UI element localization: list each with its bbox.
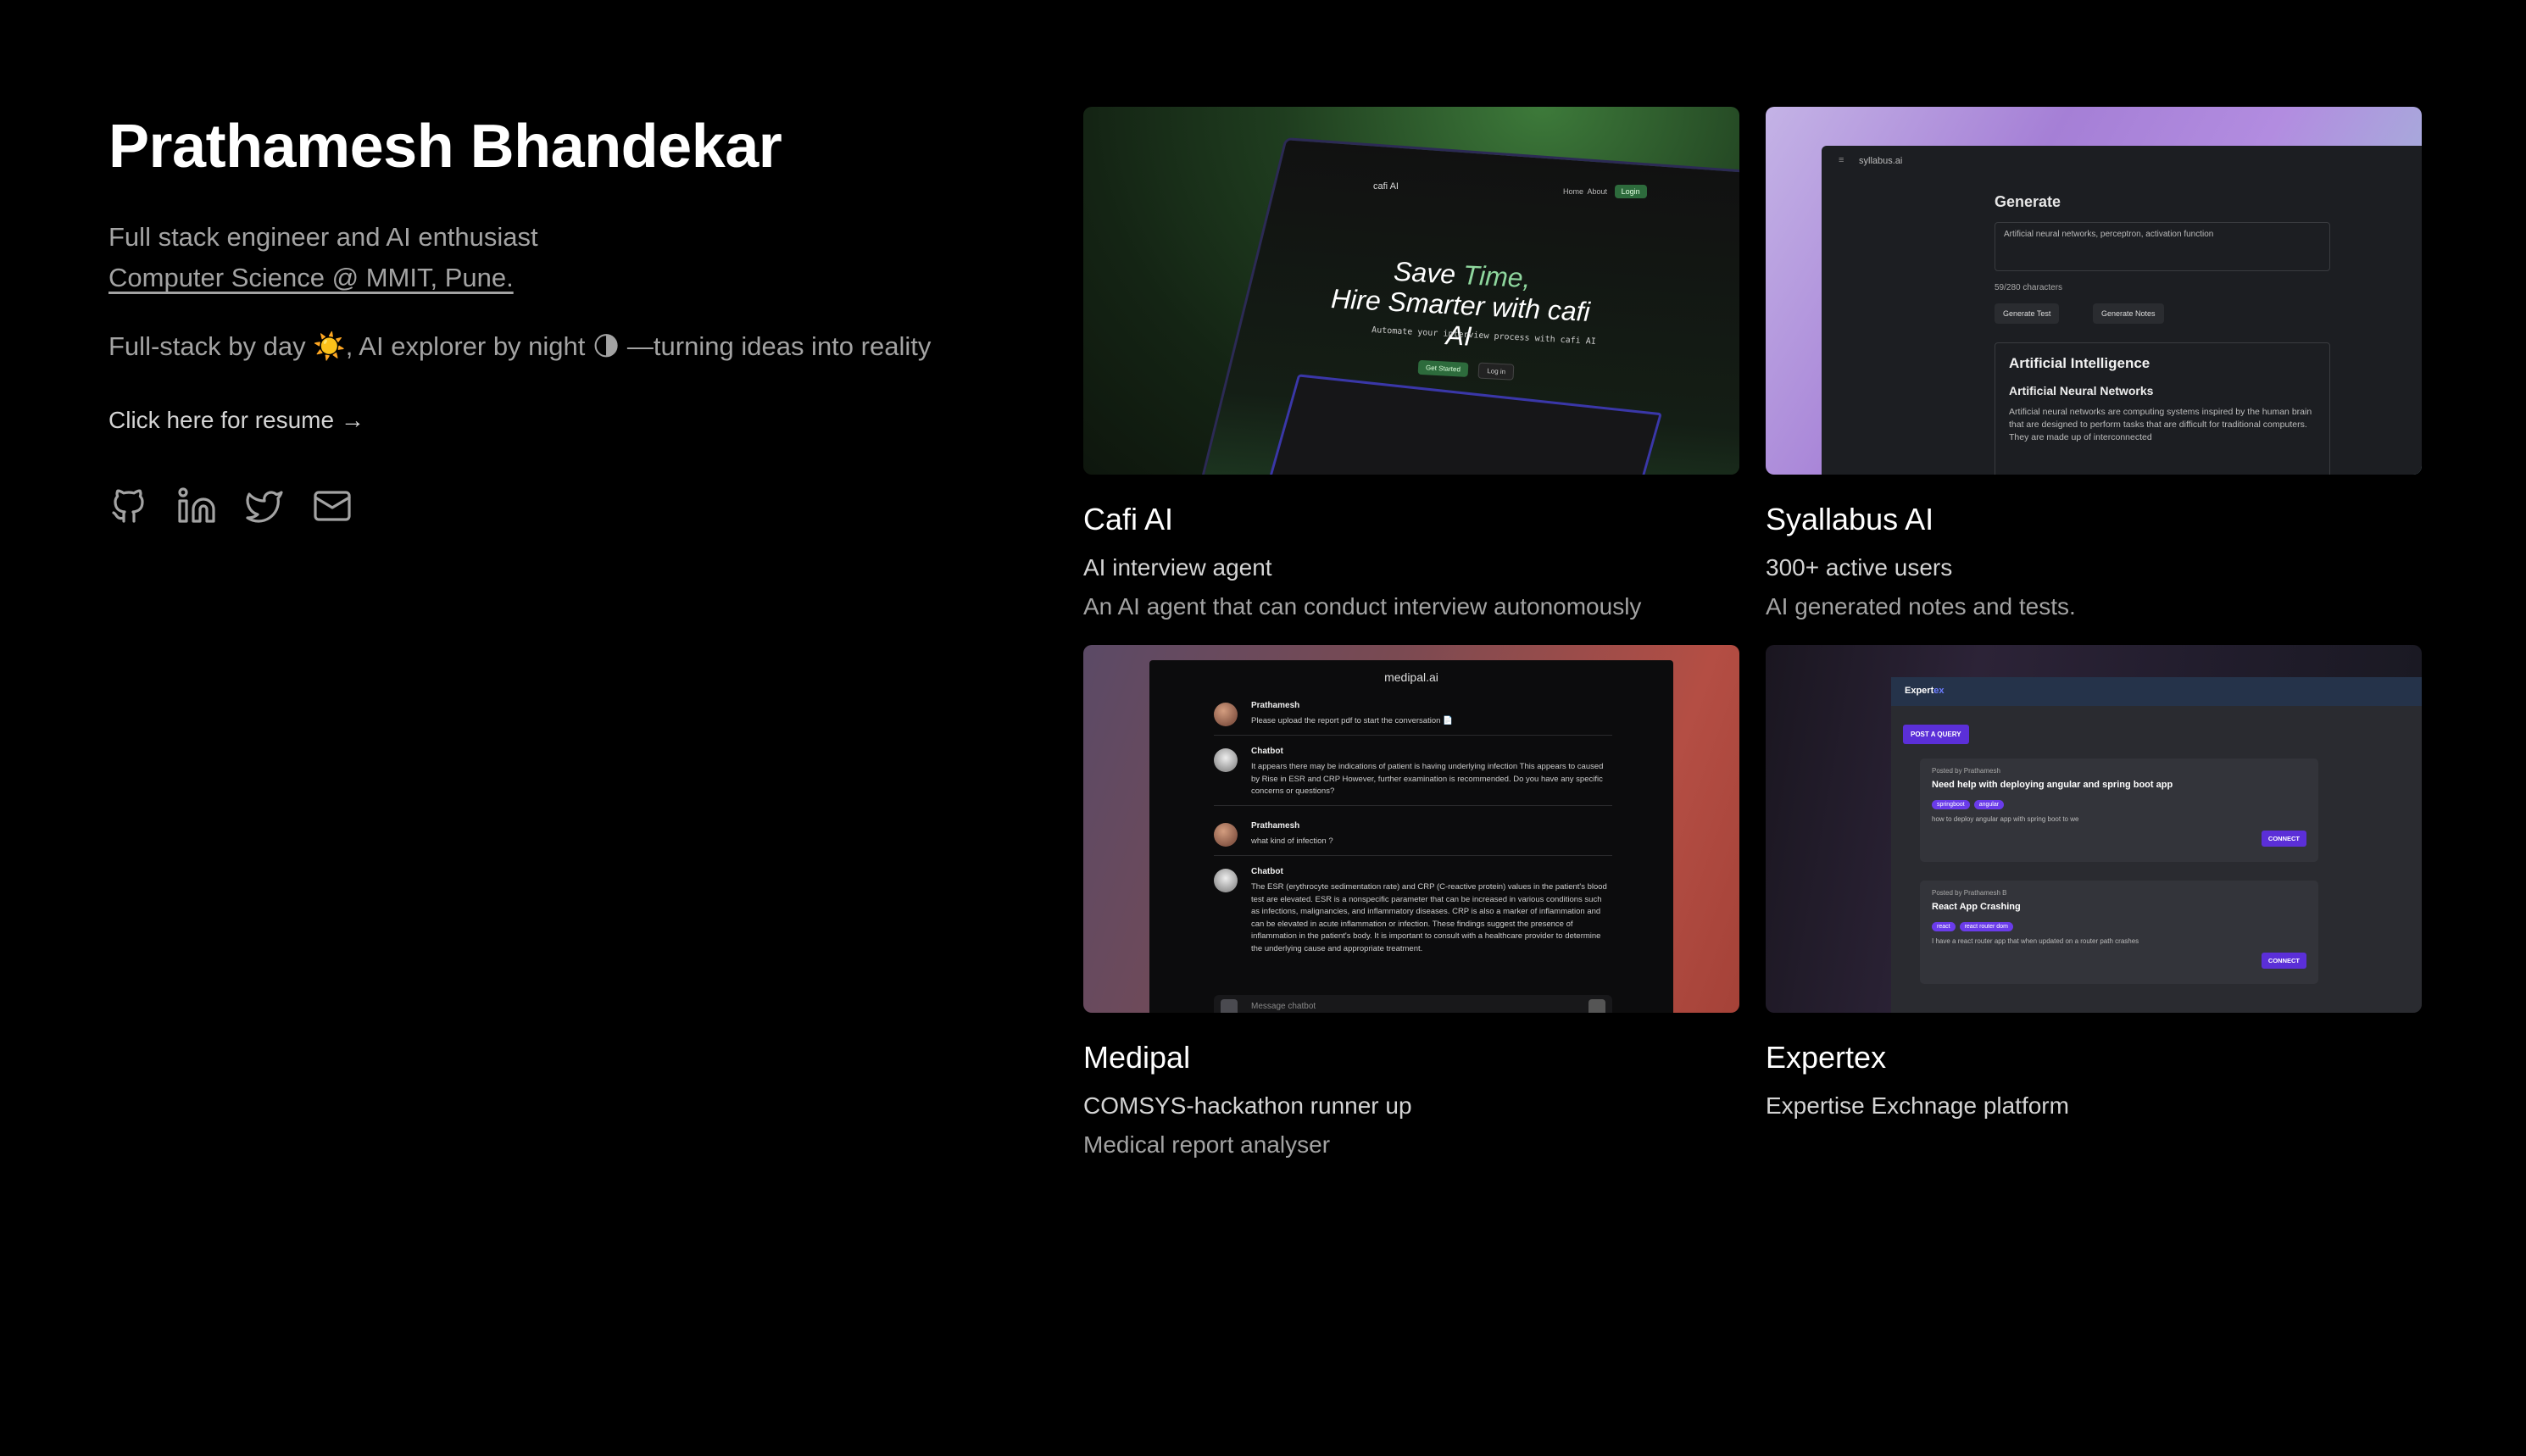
project-highlight: COMSYS-hackathon runner up (1083, 1092, 1412, 1119)
preview-app: Expertex POST A QUERY Posted by Prathame… (1891, 677, 2422, 1013)
preview-output: Artificial Intelligence Artificial Neura… (1995, 342, 2330, 475)
project-card-cafi-ai[interactable]: cafi AI Home About Login Save Time, Hire… (1083, 107, 1739, 624)
query-description: how to deploy angular app with spring bo… (1932, 815, 2079, 823)
chat-sender: Prathamesh (1251, 701, 1300, 710)
tag: react (1932, 922, 1956, 931)
preview-generate-notes-button: Generate Notes (2093, 303, 2164, 324)
social-links (108, 486, 1007, 526)
project-thumbnail[interactable]: Expertex POST A QUERY Posted by Prathame… (1766, 645, 2422, 1013)
preview-get-started: Get Started (1417, 359, 1469, 377)
preview-output-subtitle: Artificial Neural Networks (2009, 384, 2154, 397)
preview-topic-input: Artificial neural networks, perceptron, … (1995, 222, 2330, 271)
tag: springboot (1932, 800, 1970, 809)
project-thumbnail[interactable]: ≡ syllabus.ai Generate Artificial neural… (1766, 107, 2422, 475)
chat-text: what kind of infection ? (1251, 836, 1333, 846)
preview-nav-item: About (1587, 187, 1608, 196)
project-card-syallabus-ai[interactable]: ≡ syllabus.ai Generate Artificial neural… (1766, 107, 2422, 624)
attach-icon (1221, 999, 1238, 1013)
tagline: Full-stack by day ☀️, AI explorer by nig… (108, 331, 932, 361)
preview-message-input: Message chatbot (1214, 995, 1612, 1013)
query-tags: react react router dom (1932, 917, 2306, 932)
project-thumbnail[interactable]: cafi AI Home About Login Save Time, Hire… (1083, 107, 1739, 475)
mail-icon[interactable] (312, 486, 353, 526)
project-description: AI generated notes and tests. (1766, 593, 2076, 620)
query-author: Posted by Prathamesh (1932, 767, 2000, 775)
intro-section: Prathamesh Bhandekar Full stack engineer… (108, 108, 1007, 526)
chat-text: Please upload the report pdf to start th… (1251, 716, 1453, 725)
project-title[interactable]: Expertex (1766, 1038, 2422, 1077)
chat-sender: Chatbot (1251, 747, 1283, 756)
preview-app: medipal.ai Prathamesh Please upload the … (1149, 660, 1673, 1013)
tag: react router dom (1959, 922, 2013, 931)
avatar (1214, 823, 1238, 847)
project-title[interactable]: Syallabus AI (1766, 500, 2422, 539)
preview-login-button: Login (1614, 185, 1647, 198)
chat-sender: Prathamesh (1251, 821, 1300, 831)
twitter-icon[interactable] (244, 486, 285, 526)
send-icon (1588, 999, 1605, 1013)
department-link[interactable]: Computer Science @ MMIT, Pune. (108, 258, 514, 298)
connect-button: CONNECT (2261, 953, 2306, 969)
project-thumbnail[interactable]: medipal.ai Prathamesh Please upload the … (1083, 645, 1739, 1013)
avatar (1214, 869, 1238, 892)
chat-text: It appears there may be indications of p… (1251, 762, 1604, 796)
preview-output-title: Artificial Intelligence (2009, 355, 2150, 371)
resume-link[interactable]: Click here for resume → (108, 402, 364, 439)
preview-post-query-button: POST A QUERY (1903, 725, 1969, 744)
project-description: An AI agent that can conduct interview a… (1083, 593, 1642, 620)
subtitle: Full stack engineer and AI enthusiast (108, 222, 538, 252)
project-highlight: Expertise Exchnage platform (1766, 1092, 2069, 1119)
query-title: Need help with deploying angular and spr… (1932, 780, 2173, 790)
chat-text: The ESR (erythrocyte sedimentation rate)… (1251, 882, 1607, 953)
chat-sender: Chatbot (1251, 867, 1283, 876)
chat-message: Chatbot The ESR (erythrocyte sedimentati… (1214, 867, 1612, 962)
preview-logo-text: Expert (1905, 686, 1934, 696)
preview-nav: Home About Login (1563, 185, 1647, 198)
query-title: React App Crashing (1932, 902, 2021, 912)
preview-brand: syllabus.ai (1859, 156, 1903, 166)
project-card-medipal[interactable]: medipal.ai Prathamesh Please upload the … (1083, 645, 1739, 1162)
preview-headline-part: Save (1393, 255, 1464, 291)
preview-logo: cafi AI (1373, 181, 1399, 192)
preview-output-text: Artificial neural networks are computing… (2009, 407, 2312, 442)
preview-char-count: 59/280 characters (1995, 283, 2063, 292)
message-placeholder: Message chatbot (1251, 1002, 1316, 1011)
github-icon[interactable] (108, 486, 149, 526)
query-tags: springboot angular (1932, 795, 2306, 810)
preview-logo-accent: ex (1933, 686, 1945, 696)
linkedin-icon[interactable] (176, 486, 217, 526)
project-title[interactable]: Medipal (1083, 1038, 1739, 1077)
avatar (1214, 703, 1238, 726)
preview-heading: Generate (1995, 193, 2061, 210)
preview-log-in: Log in (1477, 362, 1515, 381)
query-author: Posted by Prathamesh B (1932, 889, 2007, 897)
preview-headline-accent: Time, (1461, 259, 1532, 294)
query-card: Posted by Prathamesh Need help with depl… (1920, 759, 2318, 862)
query-card: Posted by Prathamesh B React App Crashin… (1920, 881, 2318, 984)
preview-generate-test-button: Generate Test (1995, 303, 2060, 324)
project-highlight: 300+ active users (1766, 554, 1953, 581)
menu-icon: ≡ (1839, 155, 1844, 165)
query-description: I have a react router app that when upda… (1932, 937, 2139, 945)
preview-app-title: medipal.ai (1384, 670, 1438, 684)
page-title: Prathamesh Bhandekar (108, 113, 782, 181)
project-card-expertex[interactable]: Expertex POST A QUERY Posted by Prathame… (1766, 645, 2422, 1128)
tag: angular (1973, 800, 2005, 809)
connect-button: CONNECT (2261, 831, 2306, 847)
project-highlight: AI interview agent (1083, 554, 1272, 581)
preview-logo: Expertex (1905, 686, 1945, 696)
preview-navbar: Expertex (1891, 677, 2422, 706)
project-title[interactable]: Cafi AI (1083, 500, 1739, 539)
chat-message: Prathamesh what kind of infection ? (1214, 821, 1612, 856)
project-description: Medical report analyser (1083, 1131, 1331, 1158)
avatar (1214, 748, 1238, 772)
chat-message: Prathamesh Please upload the report pdf … (1214, 701, 1612, 736)
chat-message: Chatbot It appears there may be indicati… (1214, 747, 1612, 806)
preview-nav-item: Home (1563, 187, 1584, 196)
preview-app: ≡ syllabus.ai Generate Artificial neural… (1822, 146, 2422, 475)
